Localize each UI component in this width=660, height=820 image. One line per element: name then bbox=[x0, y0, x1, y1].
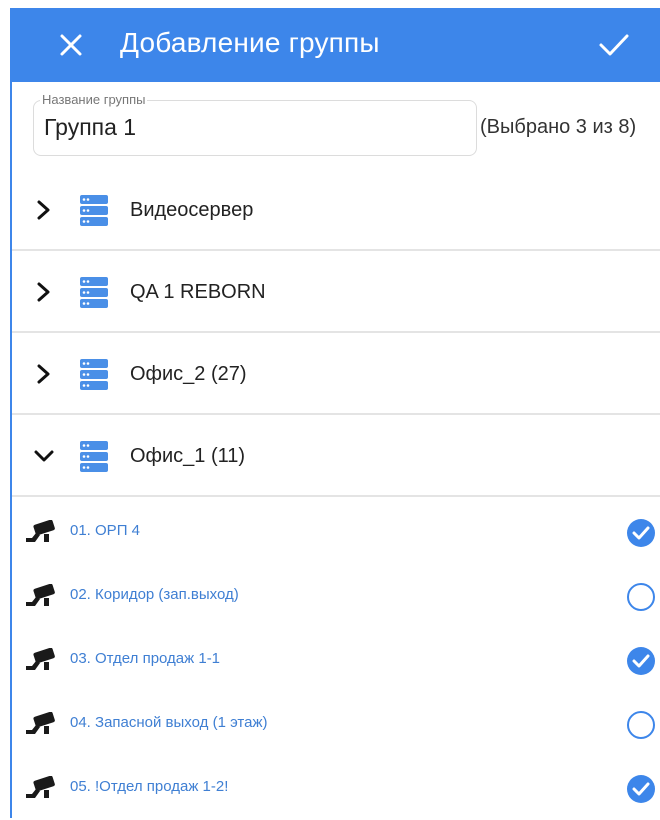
camera-row[interactable]: 01. ОРП 4 bbox=[12, 500, 660, 564]
camera-row[interactable]: 03. Отдел продаж 1-1 bbox=[12, 628, 660, 692]
checked-circle-icon[interactable] bbox=[626, 774, 656, 804]
camera-name: 04. Запасной выход (1 этаж) bbox=[70, 714, 268, 731]
group-name-label: Название группы bbox=[40, 92, 148, 107]
camera-icon bbox=[26, 648, 55, 670]
selected-count: (Выбрано 3 из 8) bbox=[480, 116, 637, 138]
dialog: Добавление группы Группа 1 Название груп… bbox=[10, 8, 660, 818]
confirm-check-icon[interactable] bbox=[598, 31, 630, 59]
camera-icon bbox=[26, 712, 55, 734]
header-bar: Добавление группы bbox=[12, 8, 660, 82]
chevron-right-icon[interactable] bbox=[34, 363, 54, 385]
camera-name: 03. Отдел продаж 1-1 bbox=[70, 650, 221, 667]
camera-icon bbox=[26, 776, 55, 798]
server-name: Офис_2 (27) bbox=[130, 363, 247, 385]
server-icon bbox=[80, 441, 108, 472]
server-row[interactable]: Видеосервер bbox=[12, 169, 660, 251]
camera-name: 01. ОРП 4 bbox=[70, 522, 140, 539]
camera-icon bbox=[26, 584, 55, 606]
dialog-title: Добавление группы bbox=[120, 27, 380, 58]
camera-name: 05. !Отдел продаж 1-2! bbox=[70, 778, 229, 795]
server-name: Видеосервер bbox=[130, 199, 254, 221]
server-row[interactable]: QA 1 REBORN bbox=[12, 251, 660, 333]
chevron-right-icon[interactable] bbox=[34, 199, 54, 221]
camera-icon bbox=[26, 520, 55, 542]
checked-circle-icon[interactable] bbox=[626, 646, 656, 676]
checked-circle-icon[interactable] bbox=[626, 518, 656, 548]
camera-name: 02. Коридор (зап.выход) bbox=[70, 586, 239, 603]
server-icon bbox=[80, 277, 108, 308]
camera-row[interactable]: 05. !Отдел продаж 1-2! bbox=[12, 756, 660, 820]
camera-row[interactable]: 02. Коридор (зап.выход) bbox=[12, 564, 660, 628]
server-name: Офис_1 (11) bbox=[130, 445, 246, 467]
server-row[interactable]: Офис_2 (27) bbox=[12, 333, 660, 415]
group-name-input[interactable]: Группа 1 bbox=[44, 114, 136, 141]
server-icon bbox=[80, 195, 108, 226]
camera-row[interactable]: 04. Запасной выход (1 этаж) bbox=[12, 692, 660, 756]
group-name-field[interactable]: Группа 1 bbox=[33, 100, 477, 156]
server-name: QA 1 REBORN bbox=[130, 281, 266, 303]
unchecked-circle-icon[interactable] bbox=[626, 582, 656, 612]
chevron-down-icon[interactable] bbox=[34, 445, 54, 467]
close-icon[interactable] bbox=[56, 30, 86, 60]
unchecked-circle-icon[interactable] bbox=[626, 710, 656, 740]
server-icon bbox=[80, 359, 108, 390]
chevron-right-icon[interactable] bbox=[34, 281, 54, 303]
server-row[interactable]: Офис_1 (11) bbox=[12, 415, 660, 497]
